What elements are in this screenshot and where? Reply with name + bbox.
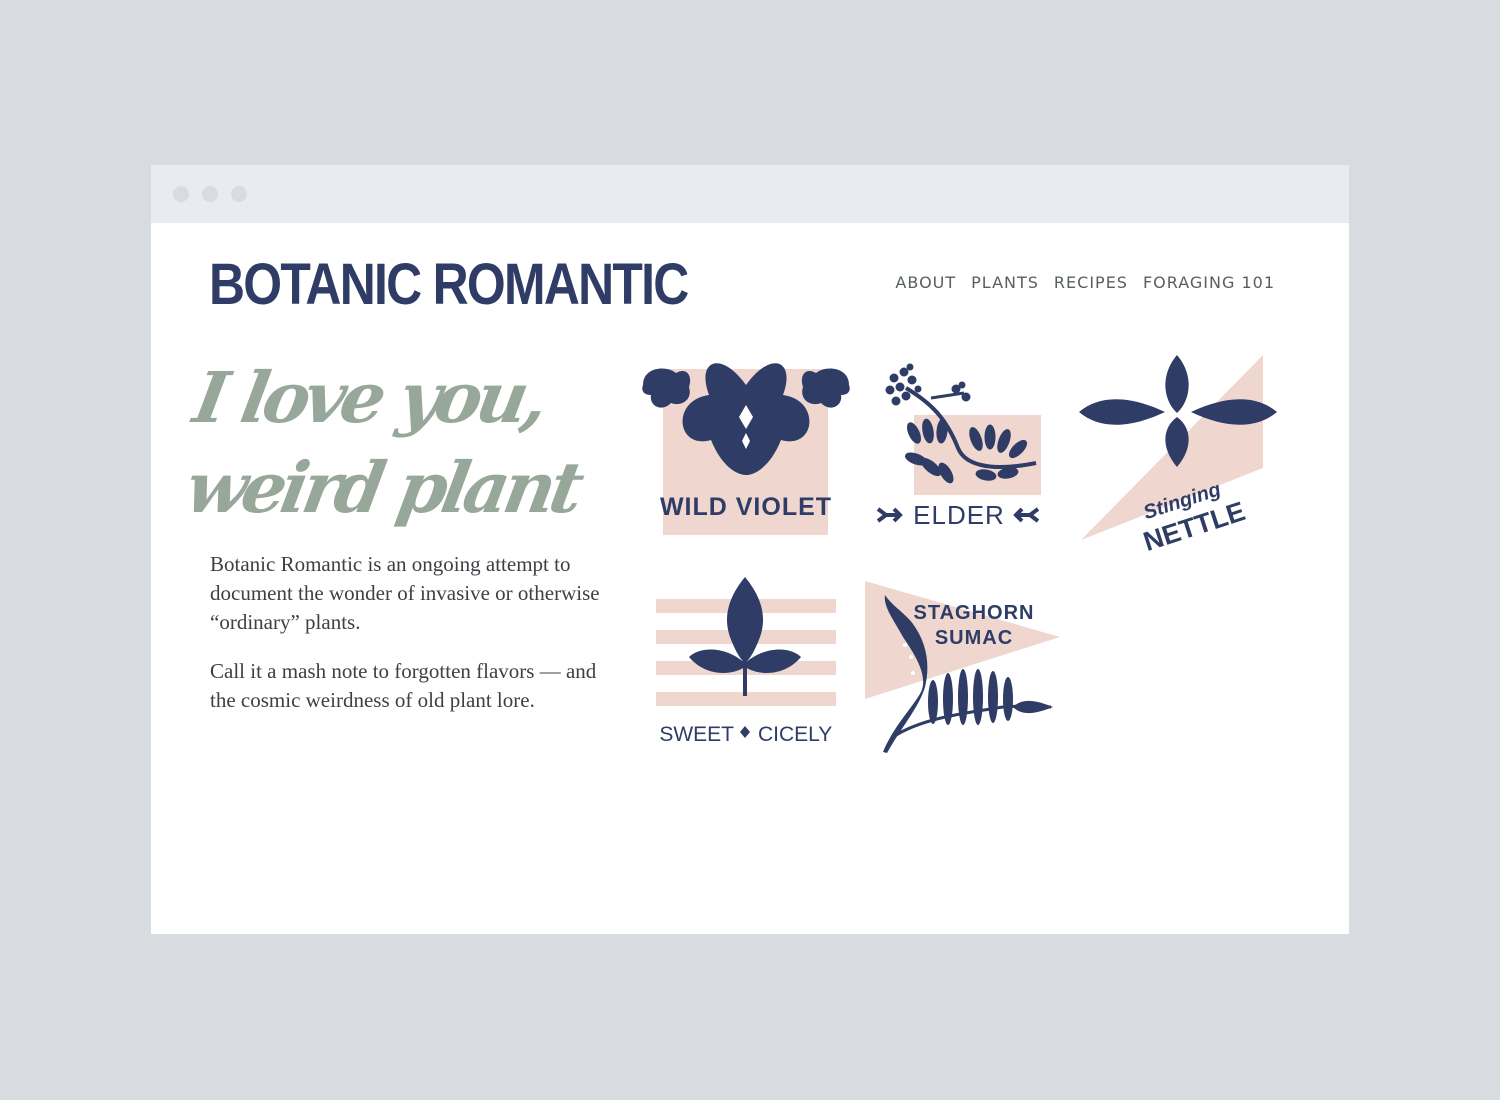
nav-foraging-101[interactable]: FORAGING 101	[1143, 273, 1275, 292]
site-logo[interactable]: BOTANIC ROMANTIC	[209, 255, 689, 315]
staghorn-label: STAGHORN	[914, 602, 1035, 624]
sweet-label: SWEET	[659, 723, 734, 746]
hero-heading: I love you, weird plant	[171, 353, 623, 533]
nav-about[interactable]: ABOUT	[895, 273, 956, 292]
nav-recipes[interactable]: RECIPES	[1054, 273, 1128, 292]
browser-window: BOTANIC ROMANTIC ABOUT PLANTS RECIPES FO…	[151, 165, 1349, 934]
plant-card-sweet-cicely[interactable]: SWEET CICELY	[654, 575, 839, 750]
intro-paragraph-2: Call it a mash note to forgotten flavors…	[210, 659, 597, 712]
plant-card-elder[interactable]: ELDER	[876, 363, 1046, 538]
sumac-label: SUMAC	[935, 627, 1013, 649]
elder-label: ELDER	[913, 500, 1005, 530]
wild-violet-label: WILD VIOLET	[660, 493, 832, 521]
window-dot-close[interactable]	[173, 186, 189, 202]
plant-card-stinging-nettle[interactable]: Stinging NETTLE	[1079, 355, 1279, 557]
main-nav: ABOUT PLANTS RECIPES FORAGING 101	[895, 273, 1275, 292]
browser-chrome	[151, 165, 1349, 223]
diamond-separator-icon	[740, 726, 750, 738]
window-dot-zoom[interactable]	[231, 186, 247, 202]
cicely-label: CICELY	[758, 723, 832, 746]
hero-line-2: weird plant	[179, 446, 586, 529]
nav-plants[interactable]: PLANTS	[971, 273, 1039, 292]
intro-text: Botanic Romantic is an ongoing attempt t…	[210, 550, 620, 735]
plant-card-wild-violet[interactable]: WILD VIOLET	[641, 355, 851, 540]
window-dot-minimize[interactable]	[202, 186, 218, 202]
plant-card-staghorn-sumac[interactable]: STAGHORN SUMAC	[863, 577, 1063, 757]
intro-paragraph-1: Botanic Romantic is an ongoing attempt t…	[210, 552, 600, 634]
hero-line-1: I love you,	[187, 356, 551, 439]
